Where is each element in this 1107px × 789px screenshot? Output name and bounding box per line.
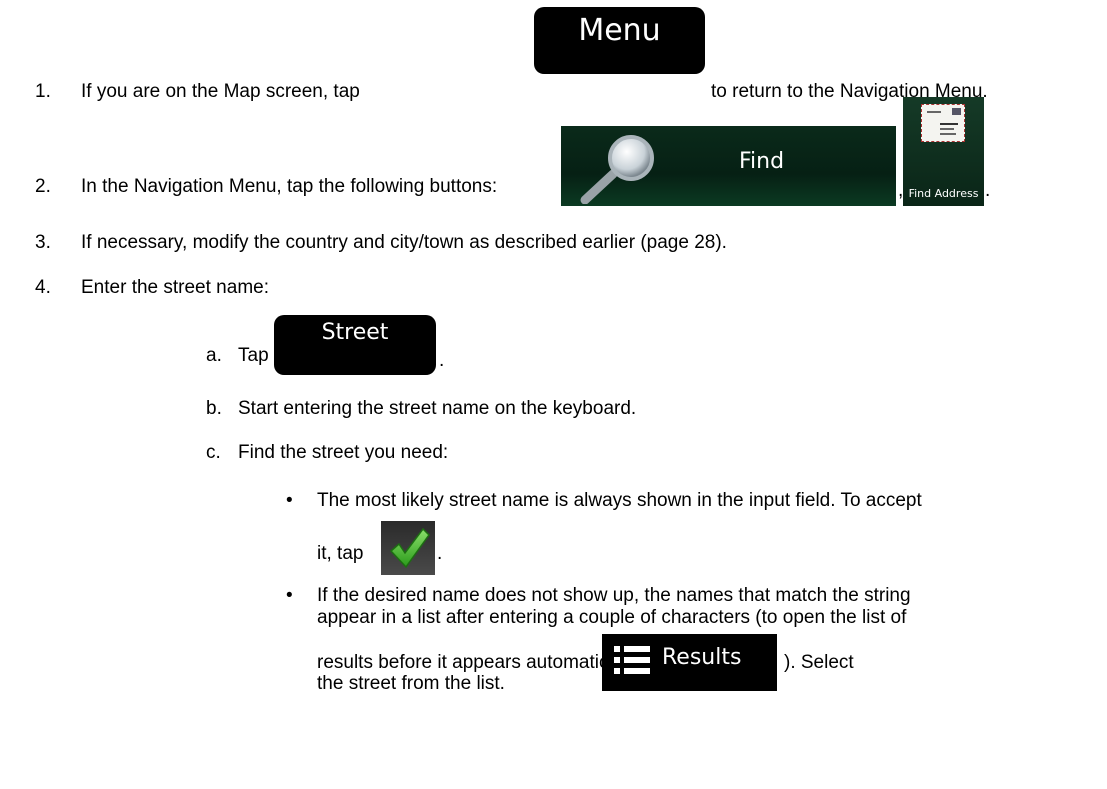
bullet-icon: • — [286, 490, 293, 511]
substep-letter: a. — [206, 345, 222, 366]
find-address-button[interactable]: Find Address — [903, 97, 984, 206]
step-number: 1. — [35, 81, 51, 102]
street-button[interactable]: Street — [274, 315, 436, 375]
step-text: Enter the street name: — [81, 277, 269, 298]
step-number: 3. — [35, 232, 51, 253]
bullet-text: appear in a list after entering a couple… — [317, 607, 907, 628]
substep-text: Find the street you need: — [238, 442, 449, 463]
period: . — [437, 543, 443, 564]
step-number: 2. — [35, 176, 51, 197]
bullet-text: it, tap — [317, 543, 364, 564]
bullet-icon: • — [286, 585, 293, 606]
step-text: If you are on the Map screen, tap — [81, 81, 360, 102]
period: . — [439, 350, 445, 371]
find-address-label: Find Address — [908, 187, 979, 200]
substep-text: Start entering the street name on the ke… — [238, 398, 637, 419]
substep-letter: b. — [206, 398, 222, 419]
period: . — [985, 180, 991, 201]
menu-button[interactable]: Menu — [534, 7, 705, 74]
bullet-text: If the desired name does not show up, th… — [317, 585, 911, 606]
find-button[interactable]: Find — [561, 126, 896, 206]
magnifier-icon — [580, 135, 654, 204]
substep-text: Tap — [238, 345, 269, 366]
results-label: Results — [662, 645, 742, 670]
bullet-text: ). Select — [784, 652, 854, 673]
step-text: In the Navigation Menu, tap the followin… — [81, 176, 498, 197]
accept-button[interactable] — [381, 521, 435, 575]
step-text: If necessary, modify the country and cit… — [81, 232, 727, 253]
bullet-text: the street from the list. — [317, 673, 505, 694]
step-number: 4. — [35, 277, 51, 298]
checkmark-icon — [389, 527, 430, 569]
bullet-text: The most likely street name is always sh… — [317, 490, 922, 511]
list-icon — [614, 646, 650, 674]
find-label: Find — [739, 149, 785, 174]
envelope-icon — [921, 104, 965, 142]
substep-letter: c. — [206, 442, 221, 463]
results-button[interactable]: Results — [602, 634, 777, 691]
